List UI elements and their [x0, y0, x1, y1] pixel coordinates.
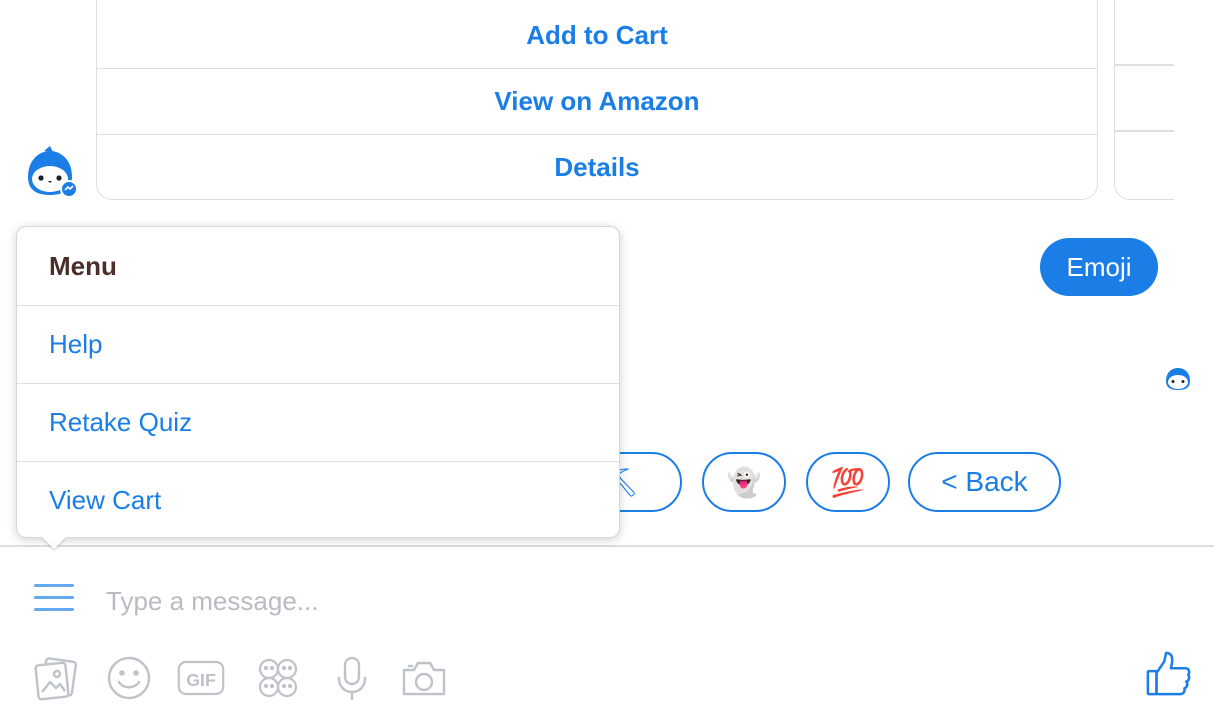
microphone-icon[interactable]	[328, 654, 376, 702]
menu-caret	[42, 537, 66, 549]
camera-icon[interactable]	[400, 654, 448, 702]
menu-hamburger-icon[interactable]	[34, 582, 76, 616]
gif-icon[interactable]: GIF	[177, 654, 231, 702]
image-icon[interactable]	[32, 654, 80, 702]
menu-title: Menu	[49, 250, 117, 281]
menu-item-view-cart[interactable]: View Cart	[17, 461, 619, 539]
details-button[interactable]: Details	[97, 134, 1097, 200]
add-to-cart-button[interactable]: Add to Cart	[97, 0, 1097, 68]
menu-item-retake-quiz[interactable]: Retake Quiz	[17, 383, 619, 461]
emoji-icon[interactable]	[105, 654, 153, 702]
thumbs-up-icon[interactable]	[1145, 650, 1195, 700]
message-input[interactable]	[104, 578, 1108, 624]
menu-item-help[interactable]: Help	[17, 305, 619, 383]
composer-divider	[0, 545, 1214, 547]
stickers-icon[interactable]	[254, 654, 302, 702]
user-message-bubble: Emoji	[1040, 238, 1158, 296]
gif-label: GIF	[186, 670, 216, 690]
bot-avatar	[22, 145, 78, 201]
quick-reply-back[interactable]: < Back	[908, 452, 1061, 512]
product-card-buttons: Add to Cart View on Amazon Details	[96, 0, 1098, 200]
persistent-menu: Menu Help Retake Quiz View Cart	[16, 226, 620, 538]
view-on-amazon-button[interactable]: View on Amazon	[97, 68, 1097, 134]
seen-avatar	[1163, 366, 1193, 392]
quick-reply-ghost[interactable]: 👻	[702, 452, 786, 512]
quick-reply-100[interactable]: 💯	[806, 452, 890, 512]
next-product-card[interactable]	[1114, 0, 1174, 200]
